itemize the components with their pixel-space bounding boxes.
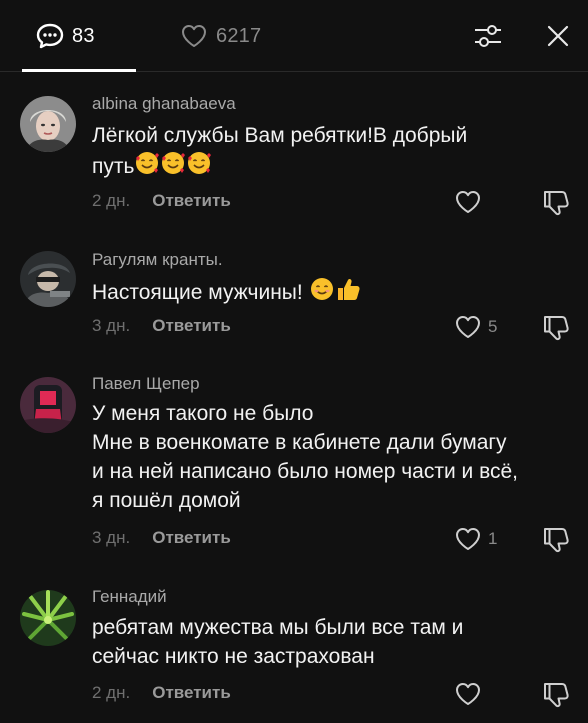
comment-meta: 3 дн. Ответить <box>92 525 231 551</box>
comments-count: 83 <box>72 24 95 47</box>
comment-text-fragment: Настоящие мужчины! <box>92 281 303 304</box>
tab-likes[interactable]: 6217 <box>180 22 261 50</box>
smiling-face-with-hearts-emoji <box>160 150 186 184</box>
comment-author[interactable]: Павел Щепер <box>92 374 200 394</box>
dislike-button[interactable] <box>540 679 572 709</box>
close-button[interactable] <box>544 22 572 50</box>
smiling-face-emoji <box>309 276 335 310</box>
comment-date: 3 дн. <box>92 528 131 547</box>
comment-text: У меня такого не было Мне в военкомате в… <box>92 399 562 515</box>
tab-comments[interactable]: 83 <box>36 22 95 50</box>
thumbs-down-icon <box>544 528 569 553</box>
like-button[interactable] <box>454 679 488 709</box>
dislike-button[interactable] <box>540 187 572 217</box>
heart-outline-icon <box>456 528 480 550</box>
comment-text-line: ребятам мужества мы были все там и <box>92 616 464 639</box>
heart-outline-icon <box>456 683 480 705</box>
comment-text-line: я пошёл домой <box>92 489 241 512</box>
like-button[interactable]: 1 <box>454 524 497 554</box>
reply-button[interactable]: Ответить <box>152 191 231 211</box>
comment-meta: 2 дн. Ответить <box>92 680 231 706</box>
likes-count: 6217 <box>216 24 262 47</box>
close-icon <box>547 25 569 47</box>
like-count: 5 <box>488 317 498 336</box>
avatar[interactable] <box>20 590 76 646</box>
comment-text-fragment: путь <box>92 155 135 178</box>
comment-bubble-icon <box>36 23 64 49</box>
comment-text-line: путь <box>92 150 562 184</box>
avatar[interactable] <box>20 377 76 433</box>
comment-text: ребятам мужества мы были все там и сейча… <box>92 613 562 671</box>
comment-text-line: сейчас никто не застрахован <box>92 645 375 668</box>
avatar[interactable] <box>20 96 76 152</box>
thumbs-up-emoji <box>335 276 361 310</box>
filter-sliders-icon <box>475 25 501 47</box>
heart-outline-icon <box>456 316 480 338</box>
smiling-face-with-hearts-emoji <box>186 150 212 184</box>
reply-button[interactable]: Ответить <box>152 683 231 703</box>
comment-text-line: У меня такого не было <box>92 402 314 425</box>
comment-date: 2 дн. <box>92 191 131 210</box>
dislike-button[interactable] <box>540 524 572 554</box>
thumbs-down-icon <box>544 316 569 341</box>
heart-outline-icon <box>182 25 206 47</box>
dislike-button[interactable] <box>540 312 572 342</box>
filter-button[interactable] <box>472 22 504 50</box>
comment-text-line: Лёгкой службы Вам ребятки!В добрый <box>92 124 468 147</box>
like-button[interactable]: 5 <box>454 312 497 342</box>
thumbs-down-icon <box>544 191 569 216</box>
comment-date: 3 дн. <box>92 316 131 335</box>
comments-header: 83 6217 <box>0 0 588 72</box>
comment-meta: 2 дн. Ответить <box>92 188 231 214</box>
like-button[interactable] <box>454 187 488 217</box>
comment-text: Лёгкой службы Вам ребятки!В добрый путь <box>92 121 562 184</box>
reply-button[interactable]: Ответить <box>152 528 231 548</box>
avatar[interactable] <box>20 251 76 307</box>
like-count: 1 <box>488 529 498 548</box>
comment-date: 2 дн. <box>92 683 131 702</box>
reply-button[interactable]: Ответить <box>152 316 231 336</box>
comment-author[interactable]: Геннадий <box>92 587 167 607</box>
comment-meta: 3 дн. Ответить <box>92 313 231 339</box>
comment-author[interactable]: Рагулям кранты. <box>92 250 223 270</box>
comment-author[interactable]: albina ghanabaeva <box>92 94 236 114</box>
smiling-face-with-hearts-emoji <box>134 150 160 184</box>
heart-outline-icon <box>456 191 480 213</box>
comment-text-line: Мне в военкомате в кабинете дали бумагу <box>92 431 507 454</box>
active-tab-indicator <box>22 69 136 72</box>
comment-text: Настоящие мужчины! <box>92 276 562 310</box>
thumbs-down-icon <box>544 683 569 708</box>
comment-text-line: и на ней написано было номер части и всё… <box>92 460 519 483</box>
